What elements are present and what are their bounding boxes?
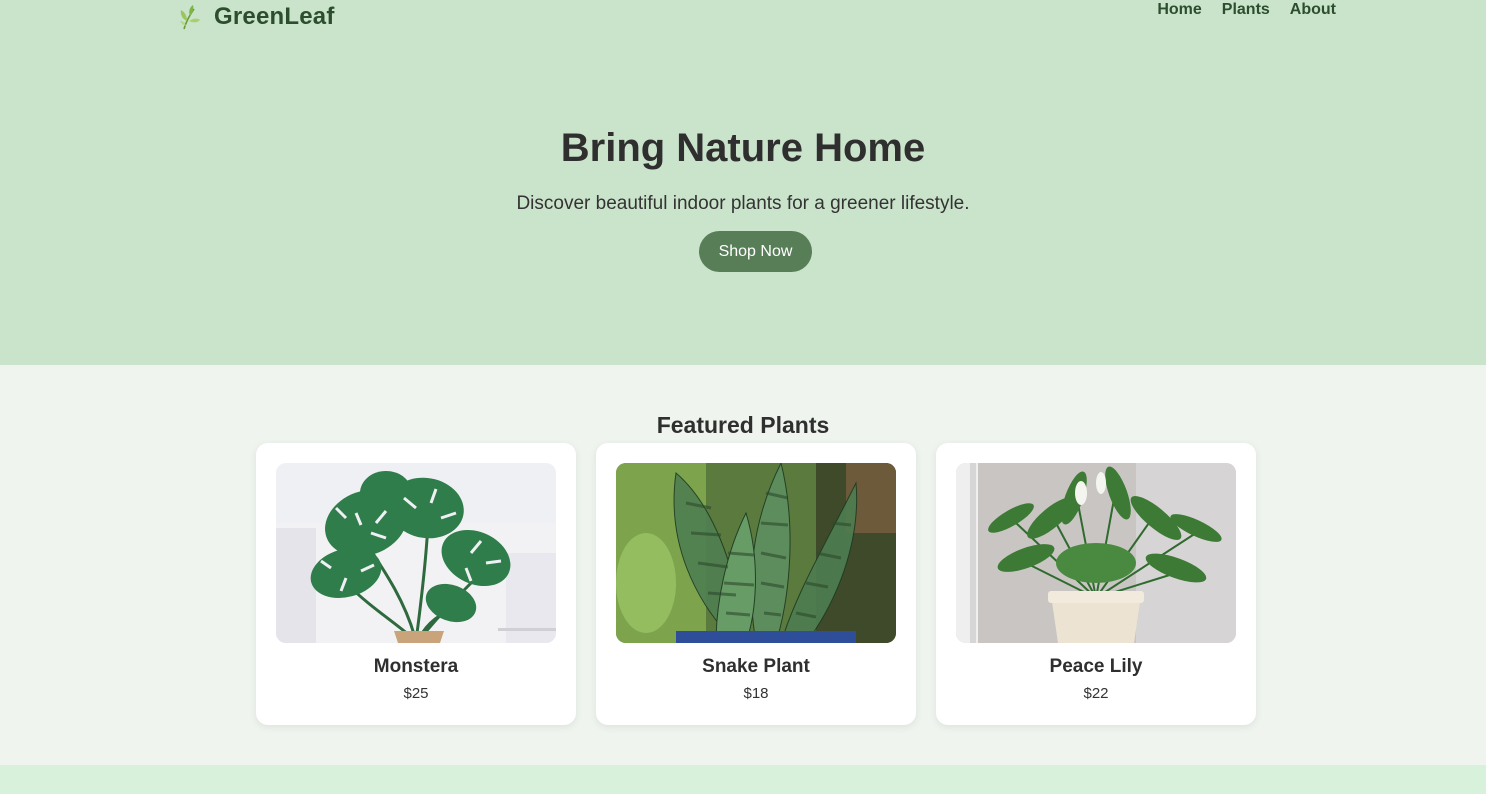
hero-title: Bring Nature Home — [560, 126, 926, 170]
featured-plants-title: Featured Plants — [656, 412, 830, 438]
product-card-snake-plant[interactable]: Snake Plant $18 — [596, 443, 916, 725]
footer-strip — [0, 765, 1486, 794]
product-name: Peace Lily — [1049, 656, 1143, 677]
product-price: $22 — [1083, 685, 1109, 702]
leaf-icon — [180, 5, 200, 30]
main-nav: Home Plants About — [1157, 0, 1336, 20]
nav-link-plants[interactable]: Plants — [1222, 0, 1270, 20]
product-image-peace-lily[interactable] — [956, 463, 1236, 643]
hero-section: GreenLeaf Home Plants About Bring Nature… — [0, 0, 1486, 365]
brand-logo[interactable]: GreenLeaf — [178, 2, 335, 32]
product-price: $25 — [403, 685, 429, 702]
shop-now-button[interactable]: Shop Now — [699, 231, 812, 272]
product-price: $18 — [743, 685, 769, 702]
product-name: Monstera — [373, 656, 459, 677]
product-image-monstera[interactable] — [276, 463, 556, 643]
product-image-snake-plant[interactable] — [616, 463, 896, 643]
product-name: Snake Plant — [702, 656, 810, 677]
nav-link-about[interactable]: About — [1290, 0, 1336, 20]
brand-name: GreenLeaf — [214, 3, 335, 30]
nav-link-home[interactable]: Home — [1157, 0, 1201, 20]
hero-subtitle: Discover beautiful indoor plants for a g… — [516, 193, 970, 214]
product-card-peace-lily[interactable]: Peace Lily $22 — [936, 443, 1256, 725]
product-card-monstera[interactable]: Monstera $25 — [256, 443, 576, 725]
